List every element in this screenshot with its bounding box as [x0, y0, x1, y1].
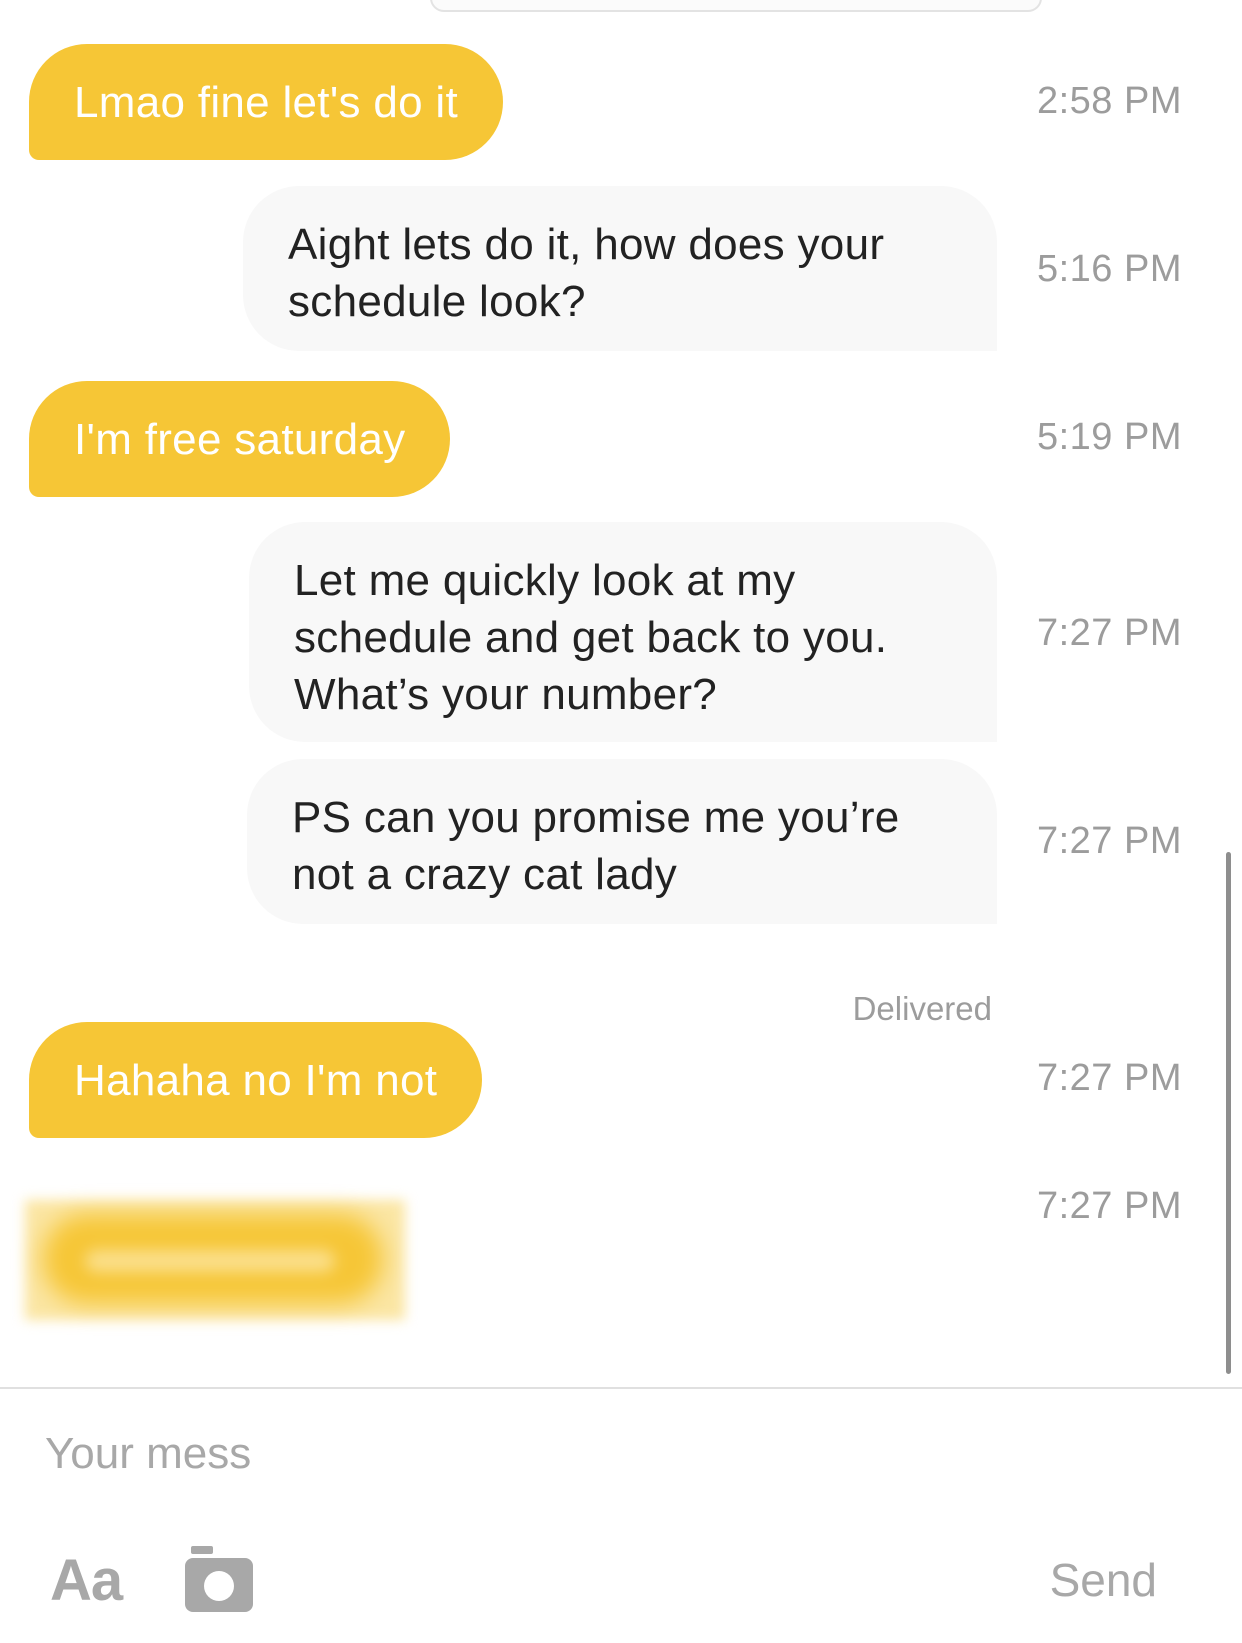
chat-scrollbar[interactable] [1226, 852, 1231, 1374]
delivered-status: Delivered [852, 990, 992, 1027]
message-timestamp: 5:19 PM [1036, 416, 1182, 458]
redacted-text [85, 1250, 335, 1272]
outgoing-message-bubble[interactable]: PS can you promise me you’re not a crazy… [247, 759, 997, 924]
message-text: Lmao fine let's do it [74, 77, 459, 127]
message-timestamp: 5:16 PM [1036, 248, 1182, 290]
message-timestamp: 7:27 PM [1036, 612, 1182, 654]
message-input[interactable] [45, 1419, 1145, 1489]
message-timestamp: 7:27 PM [1036, 1185, 1182, 1227]
message-text: I'm free saturday [74, 414, 406, 464]
incoming-message-bubble[interactable]: I'm free saturday [29, 381, 451, 497]
message-composer: Aa Send [0, 1387, 1242, 1643]
send-button[interactable]: Send [1050, 1553, 1157, 1607]
message-text: Aight lets do it, how does your schedule… [288, 220, 885, 326]
message-text: Let me quickly look at my schedule and g… [294, 556, 888, 719]
message-text: Hahaha no I'm not [74, 1055, 438, 1105]
image-message-preview[interactable] [430, 0, 1042, 12]
message-timestamp: 2:58 PM [1036, 80, 1182, 122]
chat-screen: Lmao fine let's do it 2:58 PM Aight lets… [0, 0, 1242, 1643]
message-timestamp: 7:27 PM [1036, 820, 1182, 862]
redacted-message-bubble[interactable] [25, 1200, 405, 1320]
message-text: PS can you promise me you’re not a crazy… [292, 793, 900, 899]
outgoing-message-bubble[interactable]: Aight lets do it, how does your schedule… [243, 186, 997, 351]
outgoing-message-bubble[interactable]: Let me quickly look at my schedule and g… [249, 522, 997, 742]
message-timestamp: 7:27 PM [1036, 1057, 1182, 1099]
font-style-button[interactable]: Aa [50, 1547, 123, 1614]
incoming-message-bubble[interactable]: Lmao fine let's do it [29, 44, 504, 160]
incoming-message-bubble[interactable]: Hahaha no I'm not [29, 1022, 483, 1138]
camera-icon[interactable] [185, 1546, 253, 1612]
